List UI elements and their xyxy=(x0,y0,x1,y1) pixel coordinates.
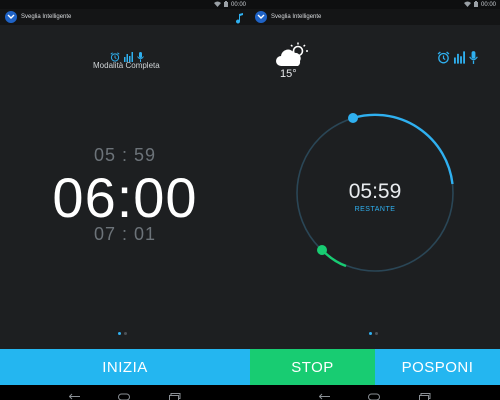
alarm-setup-screen: 00:00 Sveglia Intelligente Modalità Comp… xyxy=(0,0,250,400)
alarm-time[interactable]: 06:00 xyxy=(0,165,250,230)
page-dot xyxy=(124,332,127,335)
page-dot xyxy=(369,332,372,335)
remaining-handle[interactable] xyxy=(348,113,358,123)
back-icon[interactable] xyxy=(68,388,81,400)
start-button[interactable]: INIZIA xyxy=(0,349,250,385)
recent-apps-icon[interactable] xyxy=(169,388,181,400)
mode-label: Modalità Completa xyxy=(93,61,160,70)
battery-icon xyxy=(223,0,228,9)
navigation-bar xyxy=(0,385,250,400)
page-indicator xyxy=(369,332,378,335)
page-indicator xyxy=(118,332,127,335)
navigation-bar xyxy=(250,385,500,400)
home-icon[interactable] xyxy=(368,388,380,400)
wifi-icon xyxy=(213,1,221,9)
page-dot xyxy=(118,332,121,335)
app-title: Sveglia Intelligente xyxy=(21,14,72,20)
remaining-time: 05:59 xyxy=(348,180,402,203)
music-note-icon[interactable] xyxy=(236,11,244,29)
status-time: 00:00 xyxy=(230,1,246,8)
previous-time[interactable]: 05 : 59 xyxy=(0,145,250,166)
back-icon[interactable] xyxy=(318,388,331,400)
stop-button[interactable]: STOP xyxy=(250,349,375,385)
status-bar: 00:00 xyxy=(0,0,250,9)
app-bar: Sveglia Intelligente xyxy=(0,9,250,25)
next-time[interactable]: 07 : 01 xyxy=(0,224,250,245)
page-dot xyxy=(375,332,378,335)
snooze-button[interactable]: POSPONI xyxy=(375,349,500,385)
countdown-ring xyxy=(296,113,454,272)
alarm-ringing-screen: 00:00 Sveglia Intelligente 15° 05:59 RES… xyxy=(250,0,500,400)
home-icon[interactable] xyxy=(118,388,130,400)
elapsed-handle[interactable] xyxy=(317,245,327,255)
recent-apps-icon[interactable] xyxy=(419,388,431,400)
remaining-label: RESTANTE xyxy=(354,206,396,213)
remaining-arc xyxy=(352,113,454,185)
app-logo-icon[interactable] xyxy=(5,11,17,23)
